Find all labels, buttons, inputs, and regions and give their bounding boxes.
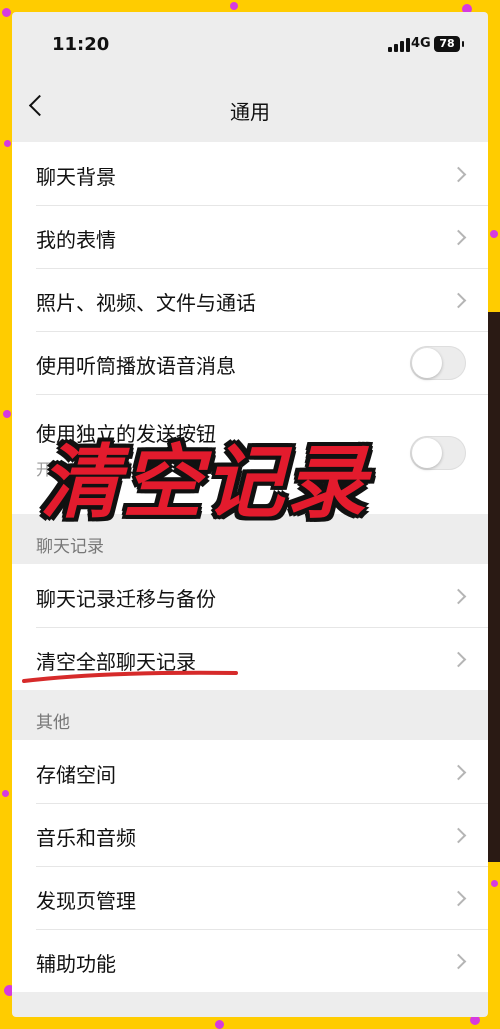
setting-label: 存储空间	[36, 763, 116, 787]
setting-label: 照片、视频、文件与通话	[36, 291, 256, 315]
setting-migrate-backup[interactable]: 聊天记录迁移与备份	[12, 564, 488, 627]
decor-dot	[491, 880, 498, 887]
section-header-other: 其他	[12, 690, 488, 740]
send-button-toggle[interactable]	[410, 436, 466, 470]
settings-group-other: 存储空间 音乐和音频 发现页管理 辅助功能	[12, 740, 488, 992]
setting-storage[interactable]: 存储空间	[12, 740, 488, 803]
chevron-right-icon	[450, 890, 467, 907]
decor-dot	[490, 230, 498, 238]
setting-photos-videos-files[interactable]: 照片、视频、文件与通话	[12, 268, 488, 331]
chevron-right-icon	[450, 292, 467, 309]
setting-label: 辅助功能	[36, 952, 116, 976]
page-title: 通用	[230, 100, 270, 124]
chevron-right-icon	[450, 953, 467, 970]
decor-dot	[4, 140, 11, 147]
chevron-right-icon	[450, 651, 467, 668]
setting-label: 音乐和音频	[36, 826, 136, 850]
overlay-caption: 清空记录	[40, 436, 368, 529]
decor-dot	[2, 790, 9, 797]
setting-discover-management[interactable]: 发现页管理	[12, 866, 488, 929]
red-underline-annotation	[22, 670, 238, 683]
setting-accessibility[interactable]: 辅助功能	[12, 929, 488, 992]
battery-icon: 78	[434, 36, 464, 52]
signal-icon	[388, 38, 410, 52]
chevron-right-icon	[450, 588, 467, 605]
setting-earpiece-playback: 使用听筒播放语音消息	[12, 331, 488, 394]
section-title: 聊天记录	[36, 537, 104, 557]
decor-dot	[2, 8, 11, 17]
chevron-right-icon	[450, 166, 467, 183]
chevron-right-icon	[450, 764, 467, 781]
setting-music-audio[interactable]: 音乐和音频	[12, 803, 488, 866]
setting-label: 发现页管理	[36, 889, 136, 913]
earpiece-toggle[interactable]	[410, 346, 466, 380]
status-bar: 11:20 4G 78	[12, 12, 488, 76]
background-photo-edge	[488, 312, 500, 862]
setting-my-stickers[interactable]: 我的表情	[12, 205, 488, 268]
chevron-right-icon	[450, 229, 467, 246]
settings-list: 聊天背景 我的表情 照片、视频、文件与通话 使用听筒播放语音消息 使用独立的发送…	[12, 136, 488, 992]
chevron-right-icon	[450, 827, 467, 844]
setting-label: 聊天记录迁移与备份	[36, 587, 216, 611]
network-type: 4G	[411, 36, 431, 51]
nav-bar: 通用	[12, 76, 488, 136]
setting-label: 聊天背景	[36, 165, 116, 189]
section-title: 其他	[36, 713, 70, 733]
setting-chat-background[interactable]: 聊天背景	[12, 142, 488, 205]
setting-label: 我的表情	[36, 228, 116, 252]
decor-dot	[230, 2, 238, 10]
status-time: 11:20	[52, 34, 110, 55]
decor-dot	[215, 1020, 224, 1029]
setting-label: 使用听筒播放语音消息	[36, 354, 236, 378]
decor-dot	[3, 410, 11, 418]
